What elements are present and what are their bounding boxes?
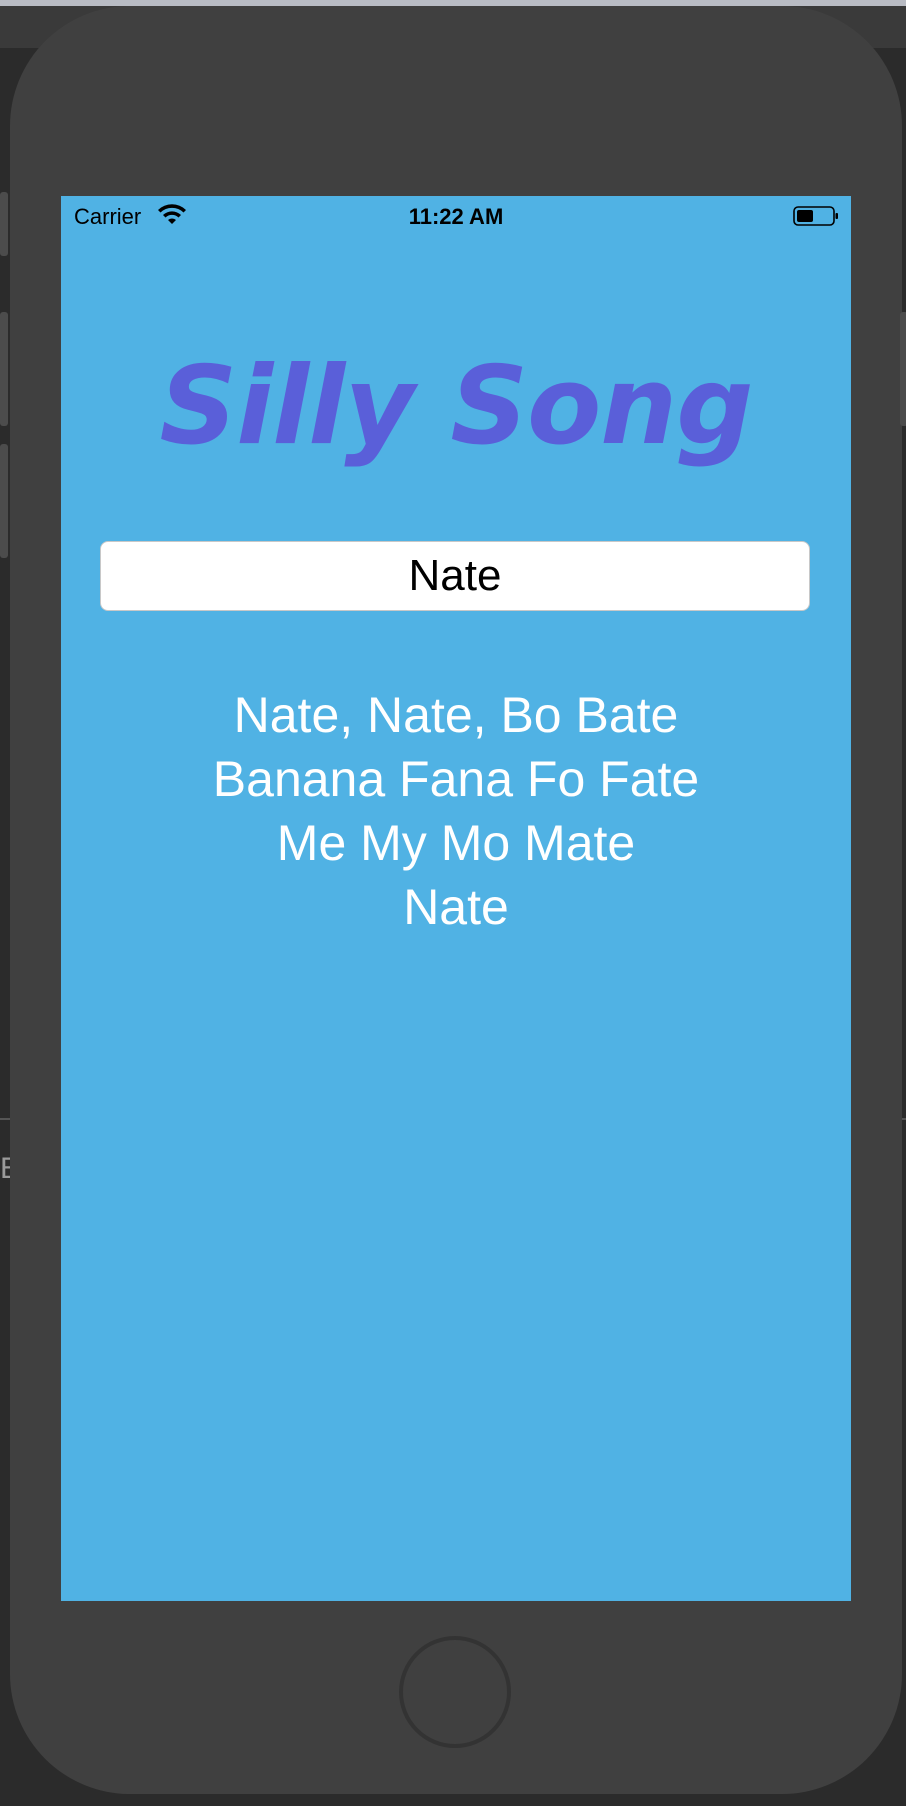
app-title: Silly Song [159,344,753,469]
battery-icon [793,205,838,227]
lyric-line: Nate, Nate, Bo Bate [233,687,679,743]
device-side-button [0,192,8,256]
status-time: 11:22 AM [408,204,504,229]
device-volume-down-button [0,444,8,558]
name-input[interactable] [100,541,810,611]
lyric-line: Nate [403,879,509,935]
home-button[interactable] [399,1636,511,1748]
device-power-button [900,312,906,426]
device-volume-up-button [0,312,8,426]
status-bar: Carrier 11:22 AM [61,196,851,236]
lyrics-label: Nate, Nate, Bo Bate Banana Fana Fo Fate … [61,683,851,939]
app-screen: Carrier 11:22 AM Silly Song Nate, Nate, … [61,196,851,1601]
lyric-line: Banana Fana Fo Fate [212,751,700,807]
lyric-line: Me My Mo Mate [276,815,636,871]
